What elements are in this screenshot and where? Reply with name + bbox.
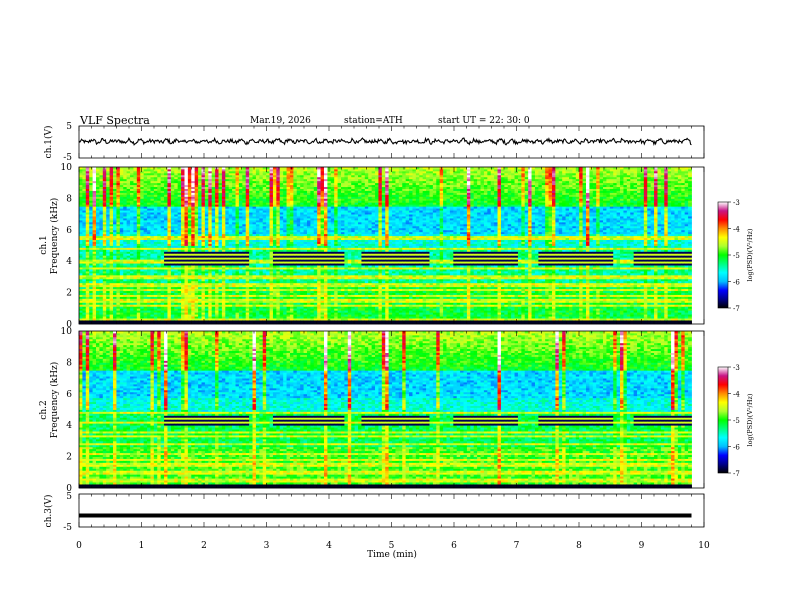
ch1-waveform-panel: 5 -5 ch.1(V) — [43, 122, 704, 163]
ch1-ytick-top: 5 — [66, 122, 72, 132]
figure-title: VLF Spectra — [79, 114, 150, 127]
ch1-series-line — [79, 138, 692, 145]
ch1-ytick-bottom: -5 — [63, 153, 72, 163]
date-label: Mar.19, 2026 — [250, 116, 311, 126]
ch1-spectrogram-panel: 0246810 ch.1 Frequency (kHz) — [39, 163, 704, 330]
start-time-label: start UT = 22: 30: 0 — [438, 116, 530, 126]
vlf-spectra-figure: VLF Spectra Mar.19, 2026 station=ATH sta… — [0, 0, 792, 612]
ch1-spectrogram-cells — [79, 167, 692, 324]
ch1-ylabel: ch.1(V) — [43, 126, 54, 159]
station-label: station=ATH — [344, 116, 403, 126]
